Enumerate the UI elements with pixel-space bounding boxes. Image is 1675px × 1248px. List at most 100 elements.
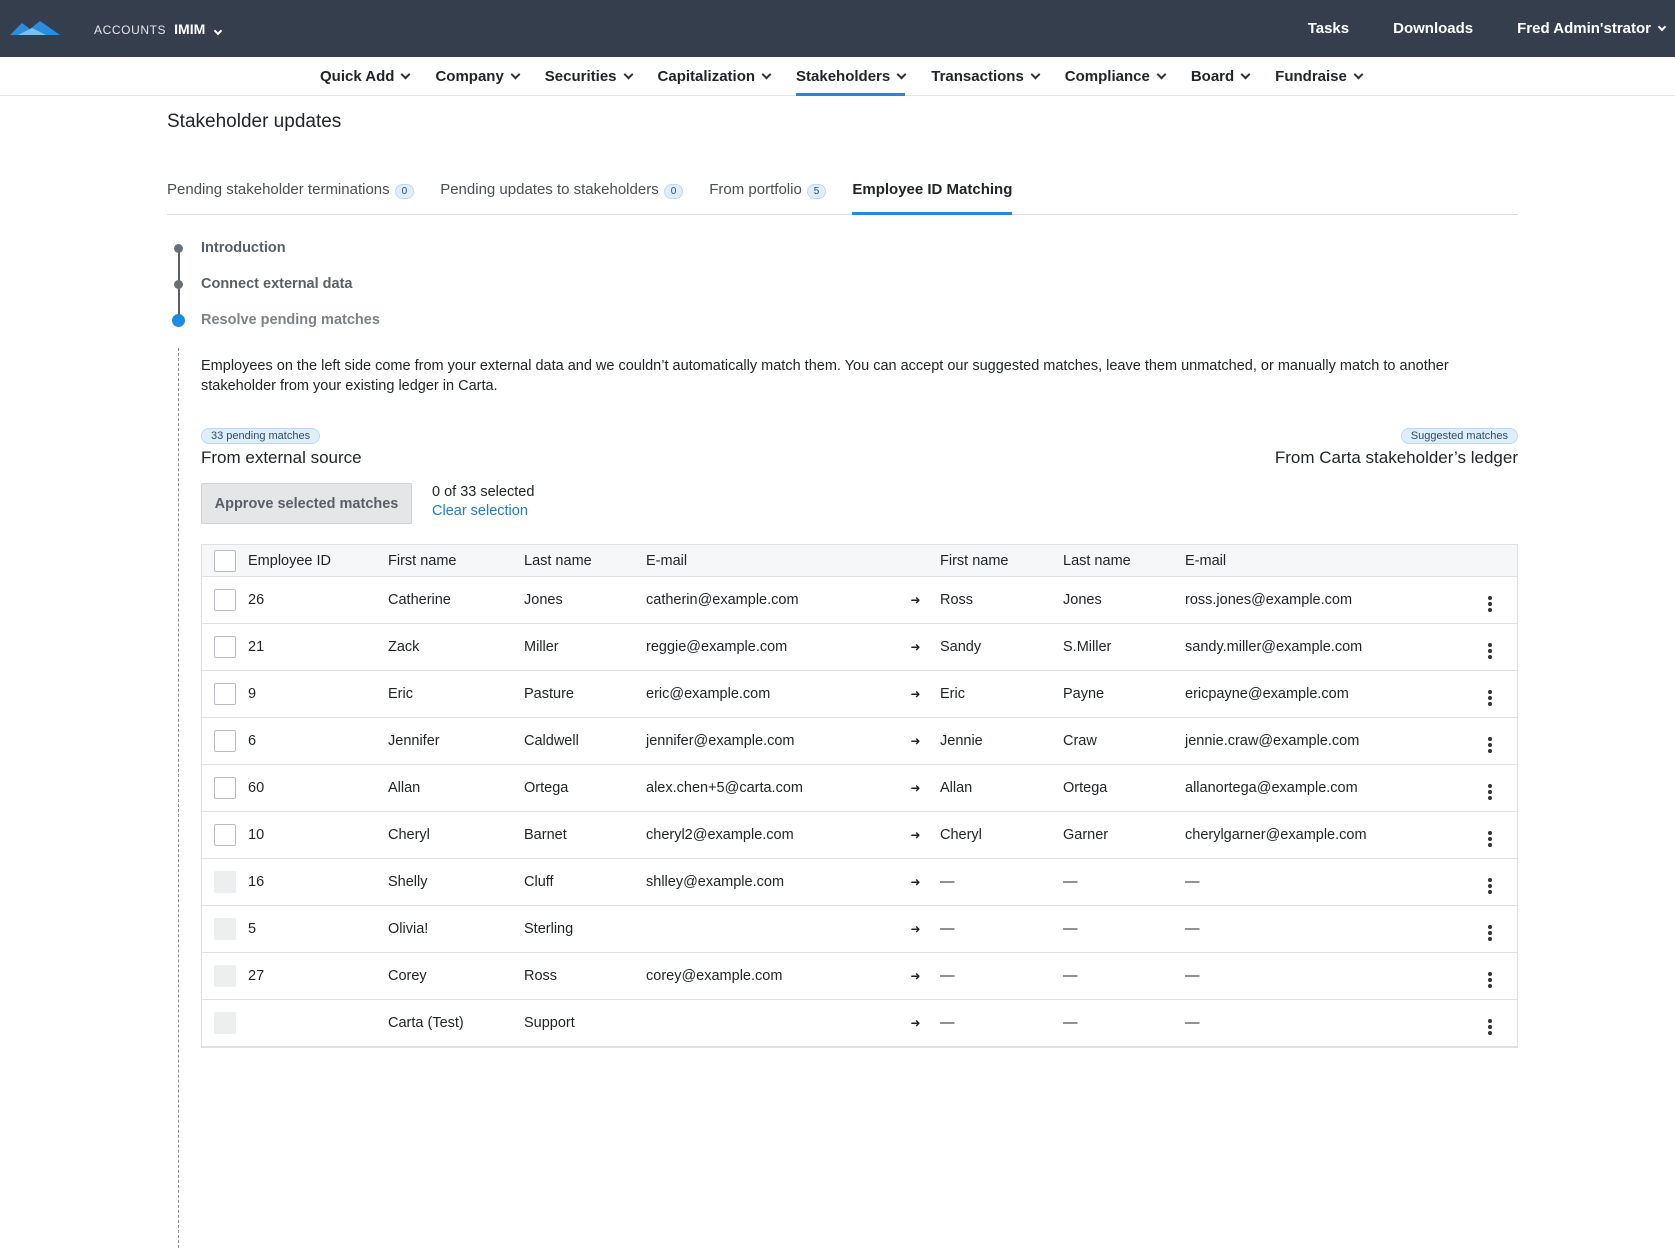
row-checkbox[interactable] bbox=[214, 730, 236, 752]
table-row[interactable]: 27 Corey Ross corey@example.com ➜ — — — bbox=[202, 953, 1517, 1000]
chevron-down-icon bbox=[1240, 69, 1251, 80]
tabs: Pending stakeholder terminations 0 Pendi… bbox=[167, 173, 1518, 215]
first-name-cell: Zack bbox=[388, 639, 420, 655]
selection-info: 0 of 33 selected Clear selection bbox=[432, 483, 534, 524]
table-row[interactable]: 26 Catherine Jones catherin@example.com ➜ Ros… bbox=[202, 577, 1517, 624]
tab-employee-id-matching[interactable]: Employee ID Matching bbox=[852, 173, 1013, 215]
tab-pending-updates[interactable]: Pending updates to stakeholders 0 bbox=[440, 173, 684, 214]
more-options-icon[interactable] bbox=[1488, 831, 1492, 847]
nav-stakeholders[interactable]: Stakeholders bbox=[783, 57, 918, 96]
select-all-checkbox[interactable] bbox=[214, 549, 236, 572]
more-options-icon[interactable] bbox=[1488, 925, 1492, 941]
ledger-first-name-cell: Allan bbox=[940, 780, 973, 796]
left-source-title: From external source bbox=[201, 448, 362, 467]
col-email[interactable]: E-mail bbox=[646, 553, 891, 569]
nav-board[interactable]: Board bbox=[1178, 57, 1262, 96]
last-name-cell: Support bbox=[524, 1015, 575, 1031]
row-checkbox[interactable] bbox=[214, 683, 236, 705]
col-first-name[interactable]: First name bbox=[388, 553, 524, 569]
more-options-icon[interactable] bbox=[1488, 784, 1492, 800]
account-switcher[interactable]: ACCOUNTS IMIM bbox=[94, 21, 223, 37]
col-last-name[interactable]: Last name bbox=[524, 553, 646, 569]
ledger-email-cell: — bbox=[1185, 921, 1200, 937]
col-email-ledger[interactable]: E-mail bbox=[1185, 553, 1470, 569]
employee-id-cell: 26 bbox=[248, 592, 265, 608]
step-resolve-pending-matches[interactable]: Resolve pending matches bbox=[167, 302, 1518, 338]
table-row[interactable]: 9 Eric Pasture eric@example.com ➜ Eric Payne er… bbox=[202, 671, 1517, 718]
user-menu[interactable]: Fred Admin'strator bbox=[1517, 20, 1667, 37]
pending-matches-pill: 33 pending matches bbox=[201, 428, 321, 444]
ledger-email-cell: ericpayne@example.com bbox=[1185, 686, 1349, 702]
ledger-email-cell: sandy.miller@example.com bbox=[1185, 639, 1363, 655]
step-dot-current bbox=[172, 313, 185, 327]
count-badge: 0 bbox=[394, 184, 415, 199]
step-introduction[interactable]: Introduction bbox=[167, 230, 1518, 266]
tab-from-portfolio[interactable]: From portfolio 5 bbox=[709, 173, 827, 214]
nav-fundraise[interactable]: Fundraise bbox=[1262, 57, 1375, 96]
nav-compliance[interactable]: Compliance bbox=[1052, 57, 1178, 96]
more-options-icon[interactable] bbox=[1488, 596, 1492, 612]
first-name-cell: Cheryl bbox=[388, 827, 430, 843]
more-options-icon[interactable] bbox=[1488, 972, 1492, 988]
carta-logo-icon[interactable] bbox=[10, 19, 60, 39]
more-options-icon[interactable] bbox=[1488, 643, 1492, 659]
nav-label: Securities bbox=[544, 68, 617, 85]
table-row[interactable]: 5 Olivia! Sterling ➜ — — — bbox=[202, 906, 1517, 953]
nav-company[interactable]: Company bbox=[422, 57, 531, 96]
step-label: Introduction bbox=[201, 240, 286, 256]
approve-selected-button[interactable]: Approve selected matches bbox=[201, 483, 412, 524]
nav-label: Quick Add bbox=[320, 68, 395, 85]
nav-quick-add[interactable]: Quick Add bbox=[307, 57, 422, 96]
matches-table: Employee ID First name Last name E-mail … bbox=[201, 544, 1518, 1048]
table-row[interactable]: Carta (Test) Support ➜ — — — bbox=[202, 1000, 1517, 1047]
nav-securities[interactable]: Securities bbox=[532, 57, 645, 96]
more-options-icon[interactable] bbox=[1488, 878, 1492, 894]
row-checkbox[interactable] bbox=[214, 824, 236, 846]
nav-capitalization[interactable]: Capitalization bbox=[645, 57, 784, 96]
table-header: Employee ID First name Last name E-mail … bbox=[202, 545, 1517, 577]
tasks-link[interactable]: Tasks bbox=[1308, 20, 1349, 37]
table-row[interactable]: 21 Zack Miller reggie@example.com ➜ Sandy S.Mi… bbox=[202, 624, 1517, 671]
right-source: Suggested matches From Carta stakeholder… bbox=[1275, 426, 1518, 468]
tab-label: Pending updates to stakeholders bbox=[440, 181, 659, 198]
top-bar: ACCOUNTS IMIM Tasks Downloads Fred Admin… bbox=[0, 0, 1675, 57]
col-last-name-ledger[interactable]: Last name bbox=[1063, 553, 1185, 569]
downloads-link[interactable]: Downloads bbox=[1393, 20, 1473, 37]
col-employee-id[interactable]: Employee ID bbox=[248, 553, 388, 569]
ledger-first-name-cell: — bbox=[940, 1015, 955, 1031]
row-checkbox[interactable] bbox=[214, 589, 236, 611]
arrow-right-icon: ➜ bbox=[910, 593, 921, 607]
nav-label: Capitalization bbox=[657, 68, 756, 85]
nav-transactions[interactable]: Transactions bbox=[918, 57, 1052, 96]
ledger-last-name-cell: — bbox=[1063, 968, 1078, 984]
row-checkbox[interactable] bbox=[214, 636, 236, 658]
ledger-last-name-cell: — bbox=[1063, 874, 1078, 890]
clear-selection-link[interactable]: Clear selection bbox=[432, 502, 534, 521]
arrow-right-icon: ➜ bbox=[910, 922, 921, 936]
main-content: Stakeholder updates Pending stakeholder … bbox=[167, 96, 1518, 1248]
table-body: 26 Catherine Jones catherin@example.com ➜ Ros… bbox=[202, 577, 1517, 1047]
row-checkbox[interactable] bbox=[214, 777, 236, 799]
table-row[interactable]: 10 Cheryl Barnet cheryl2@example.com ➜ Cheryl… bbox=[202, 812, 1517, 859]
col-first-name-ledger[interactable]: First name bbox=[940, 553, 1063, 569]
row-checkbox bbox=[214, 918, 236, 940]
ledger-first-name-cell: Ross bbox=[940, 592, 974, 608]
more-options-icon[interactable] bbox=[1488, 1019, 1492, 1035]
last-name-cell: Caldwell bbox=[524, 733, 579, 749]
table-row[interactable]: 6 Jennifer Caldwell jennifer@example.com ➜ Je… bbox=[202, 718, 1517, 765]
employee-id-cell: 5 bbox=[248, 921, 257, 937]
nav-label: Fundraise bbox=[1275, 68, 1347, 85]
tab-pending-terminations[interactable]: Pending stakeholder terminations 0 bbox=[167, 173, 415, 214]
email-cell: alex.chen+5@carta.com bbox=[646, 780, 803, 796]
step-connect-external-data[interactable]: Connect external data bbox=[167, 266, 1518, 302]
table-row[interactable]: 16 Shelly Cluff shlley@example.com ➜ — — — bbox=[202, 859, 1517, 906]
table-row[interactable]: 60 Allan Ortega alex.chen+5@carta.com ➜ Allan… bbox=[202, 765, 1517, 812]
chevron-down-icon bbox=[214, 26, 223, 35]
more-options-icon[interactable] bbox=[1488, 690, 1492, 706]
ledger-last-name-cell: S.Miller bbox=[1063, 639, 1112, 655]
more-options-icon[interactable] bbox=[1488, 737, 1492, 753]
arrow-right-icon: ➜ bbox=[910, 781, 921, 795]
nav-label: Transactions bbox=[931, 68, 1024, 85]
chevron-down-icon bbox=[1657, 22, 1667, 31]
ledger-first-name-cell: Cheryl bbox=[940, 827, 982, 843]
